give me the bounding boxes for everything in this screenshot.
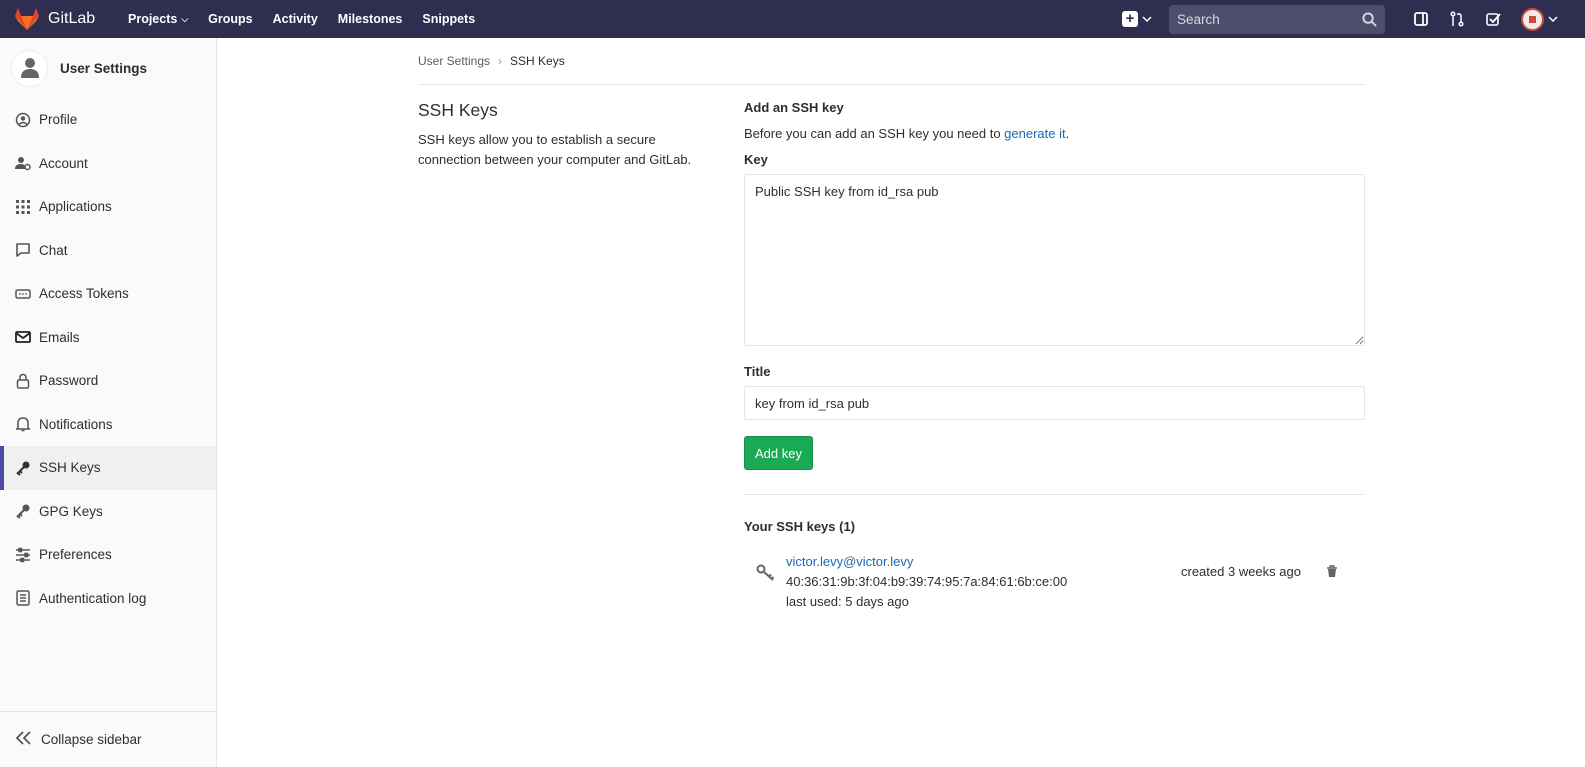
sidebar-item-label: Authentication log — [39, 590, 147, 606]
form-heading: Add an SSH key — [744, 100, 844, 115]
search-input[interactable] — [1177, 11, 1362, 27]
sidebar-item-notifications[interactable]: Notifications — [0, 403, 216, 447]
avatar — [1521, 7, 1544, 31]
search-box[interactable] — [1169, 4, 1385, 34]
todo-check-icon — [1486, 13, 1501, 26]
profile-icon — [14, 111, 32, 129]
sidebar-toggle-button[interactable] — [1403, 0, 1439, 38]
breadcrumb-current: SSH Keys — [510, 54, 565, 68]
key-label: Key — [744, 152, 768, 167]
sidebar-item-chat[interactable]: Chat — [0, 229, 216, 273]
user-avatar-icon — [11, 49, 48, 87]
breadcrumb-parent-link[interactable]: User Settings — [418, 54, 490, 68]
sidebar-item-profile[interactable]: Profile — [0, 98, 216, 142]
chevron-down-icon: ⌵ — [181, 13, 189, 24]
page-description: SSH keys allow you to establish a secure… — [418, 132, 692, 167]
sidebar-item-password[interactable]: Password — [0, 359, 216, 403]
sidebar-item-label: Chat — [39, 242, 68, 258]
key-icon — [14, 459, 32, 477]
key-textarea[interactable]: Public SSH key from id_rsa pub — [744, 174, 1365, 346]
log-icon — [14, 589, 32, 607]
ssh-key-row: victor.levy@victor.levy 40:36:31:9b:3f:0… — [744, 554, 1365, 614]
access-tokens-icon — [14, 285, 32, 303]
brand-name: GitLab — [48, 10, 96, 27]
todos-button[interactable] — [1475, 0, 1511, 38]
lock-icon — [14, 372, 32, 390]
sidebar-item-label: Access Tokens — [39, 286, 129, 302]
key-icon — [756, 564, 776, 585]
panel-icon — [1414, 12, 1428, 26]
new-dropdown-button[interactable]: + — [1122, 11, 1153, 27]
double-chevron-left-icon — [15, 731, 32, 748]
sidebar-item-label: Emails — [39, 329, 80, 345]
main-content: User Settings › SSH Keys SSH Keys SSH ke… — [418, 38, 1365, 609]
gitlab-logo-icon — [15, 8, 39, 30]
your-keys-heading: Your SSH keys (1) — [744, 519, 856, 534]
sidebar-item-ssh-keys[interactable]: SSH Keys — [0, 446, 216, 490]
nav-snippets[interactable]: Snippets — [422, 12, 475, 26]
ssh-info-column: SSH Keys SSH keys allow you to establish… — [418, 100, 718, 170]
add-ssh-key-form: Add an SSH key Before you can add an SSH… — [744, 100, 1365, 614]
ssh-key-fingerprint: 40:36:31:9b:3f:04:b9:39:74:95:7a:84:61:6… — [786, 574, 1068, 589]
breadcrumb: User Settings › SSH Keys — [418, 38, 1365, 85]
nav-projects-label: Projects — [128, 12, 178, 26]
plus-icon: + — [1122, 11, 1138, 27]
sidebar-item-emails[interactable]: Emails — [0, 316, 216, 360]
delete-key-button[interactable] — [1326, 565, 1338, 581]
generate-it-link[interactable]: generate it — [1004, 126, 1065, 141]
merge-requests-button[interactable] — [1439, 0, 1475, 38]
ssh-key-created: created 3 weeks ago — [1181, 564, 1301, 579]
ssh-key-last-used: last used: 5 days ago — [786, 594, 909, 609]
title-input[interactable] — [744, 386, 1365, 420]
sidebar-item-label: Password — [39, 373, 99, 389]
settings-sidebar: User Settings Profile Account Applicatio… — [0, 38, 217, 767]
ssh-key-title-link[interactable]: victor.levy@victor.levy — [786, 554, 913, 569]
collapse-sidebar-label: Collapse sidebar — [41, 732, 142, 747]
sidebar-item-account[interactable]: Account — [0, 142, 216, 186]
sidebar-item-preferences[interactable]: Preferences — [0, 533, 216, 577]
top-navbar: GitLab Projects ⌵ Groups Activity Milest… — [0, 0, 1585, 38]
bell-icon — [14, 415, 32, 433]
form-intro-suffix: . — [1065, 126, 1070, 141]
applications-icon — [14, 198, 32, 216]
sidebar-item-gpg-keys[interactable]: GPG Keys — [0, 490, 216, 534]
title-label: Title — [744, 364, 771, 379]
sidebar-item-label: SSH Keys — [39, 460, 101, 476]
merge-request-icon — [1450, 11, 1464, 27]
preferences-icon — [14, 546, 32, 564]
gitlab-home-link[interactable]: GitLab — [14, 7, 128, 31]
add-key-button[interactable]: Add key — [744, 436, 813, 470]
sidebar-item-label: Preferences — [39, 547, 112, 563]
sidebar-item-label: Notifications — [39, 416, 113, 432]
form-intro: Before you can add an SSH key you need t… — [744, 126, 1365, 141]
sidebar-title: User Settings — [60, 60, 148, 76]
nav-groups[interactable]: Groups — [208, 12, 252, 26]
account-icon — [14, 154, 32, 172]
form-intro-text: Before you can add an SSH key you need t… — [744, 126, 1005, 141]
divider — [744, 494, 1365, 495]
sidebar-item-label: GPG Keys — [39, 503, 103, 519]
sidebar-item-authentication-log[interactable]: Authentication log — [0, 577, 216, 621]
search-icon — [1362, 11, 1377, 27]
sidebar-header[interactable]: User Settings — [0, 38, 216, 98]
sidebar-item-access-tokens[interactable]: Access Tokens — [0, 272, 216, 316]
chevron-down-icon — [1142, 16, 1152, 23]
nav-projects[interactable]: Projects ⌵ — [128, 12, 188, 26]
trash-icon — [1327, 565, 1337, 577]
key-icon — [14, 502, 32, 520]
sidebar-item-applications[interactable]: Applications — [0, 185, 216, 229]
page-title: SSH Keys — [418, 100, 498, 120]
sidebar-item-label: Profile — [39, 112, 78, 128]
chat-icon — [14, 241, 32, 259]
user-menu-button[interactable] — [1521, 7, 1559, 31]
sidebar-item-label: Account — [39, 155, 88, 171]
chevron-right-icon: › — [498, 54, 503, 68]
collapse-sidebar-button[interactable]: Collapse sidebar — [0, 711, 216, 767]
nav-activity[interactable]: Activity — [273, 12, 318, 26]
chevron-down-icon — [1548, 16, 1558, 23]
nav-milestones[interactable]: Milestones — [338, 12, 403, 26]
emails-icon — [14, 328, 32, 346]
sidebar-item-label: Applications — [39, 199, 112, 215]
